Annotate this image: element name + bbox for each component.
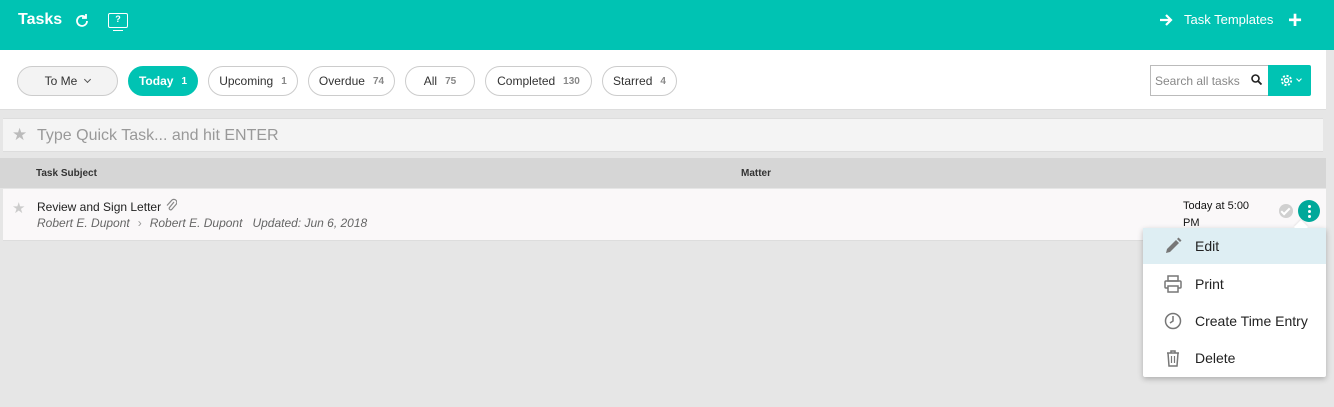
due-date: Today at 5:00 PM [1183,200,1250,229]
tab-count: 4 [660,75,666,87]
menu-item-label: Print [1195,276,1224,292]
task-meta: Robert E. Dupont › Robert E. Dupont Upda… [37,216,367,230]
tab-starred[interactable]: Starred 4 [602,66,677,96]
menu-item-label: Delete [1195,350,1236,366]
menu-item-edit[interactable]: Edit [1143,228,1326,264]
search-input[interactable]: Search all tasks [1150,65,1269,96]
filter-bar: To Me Today 1 Upcoming 1 Overdue 74 All … [0,50,1326,110]
add-task-button[interactable]: + [1288,9,1302,33]
table-header: Task Subject Matter [0,158,1326,188]
task-actions-menu: Edit Print Create Time Entry Delete [1143,228,1326,377]
tab-count: 74 [372,75,385,87]
assignee-filter-dropdown[interactable]: To Me [17,66,118,96]
task-templates-label: Task Templates [1184,12,1274,27]
more-actions-button[interactable] [1298,200,1320,222]
help-icon[interactable]: ? [108,13,128,31]
tab-count: 1 [281,75,287,87]
menu-item-create-time-entry[interactable]: Create Time Entry [1143,303,1326,339]
tab-all[interactable]: All 75 [405,66,475,96]
menu-item-label: Edit [1195,238,1220,254]
tab-label: Overdue [318,74,365,88]
tab-count: 130 [563,75,580,87]
tab-today[interactable]: Today 1 [128,66,198,96]
settings-dropdown-button[interactable] [1268,65,1311,96]
top-header: Tasks ? Task Templates + [0,0,1334,50]
arrow-right-icon [1160,13,1173,26]
tab-label: Upcoming [219,74,274,88]
quick-task-placeholder: Type Quick Task... and hit ENTER [37,127,279,144]
clock-icon [1164,312,1182,330]
paperclip-icon [166,198,177,211]
page-title: Tasks [18,11,63,28]
assigned-to: Robert E. Dupont [149,216,243,230]
chevron-down-icon [1295,76,1302,82]
search-icon [1251,74,1262,85]
complete-check-icon[interactable] [1279,204,1293,218]
chevron-right-icon: › [137,216,142,230]
search-placeholder: Search all tasks [1155,74,1240,88]
tab-label: Starred [613,74,653,88]
trash-icon [1167,350,1179,367]
tab-overdue[interactable]: Overdue 74 [308,66,395,96]
tab-label: Completed [497,74,556,88]
star-icon[interactable]: ★ [12,125,27,145]
assigned-by: Robert E. Dupont [37,216,130,230]
menu-item-print[interactable]: Print [1143,266,1326,302]
tab-completed[interactable]: Completed 130 [485,66,592,96]
tab-upcoming[interactable]: Upcoming 1 [208,66,298,96]
menu-item-delete[interactable]: Delete [1143,340,1326,376]
quick-task-input[interactable]: ★ Type Quick Task... and hit ENTER [3,118,1323,152]
menu-item-label: Create Time Entry [1195,313,1308,329]
task-subject[interactable]: Review and Sign Letter [37,200,161,214]
tab-label: All [423,74,438,88]
refresh-icon[interactable] [73,12,91,30]
updated-date: Updated: Jun 6, 2018 [252,216,368,230]
pencil-icon [1166,237,1182,253]
column-header-matter[interactable]: Matter [741,168,771,179]
tab-count: 1 [181,75,187,87]
printer-icon [1164,275,1182,293]
assignee-filter-label: To Me [44,74,78,88]
gear-icon [1280,74,1292,87]
chevron-down-icon [84,75,92,84]
column-header-task-subject[interactable]: Task Subject [36,168,97,179]
tab-count: 75 [445,75,457,87]
table-row[interactable]: ★ Review and Sign Letter Robert E. Dupon… [3,189,1326,241]
tab-label: Today [138,74,174,88]
task-templates-link[interactable]: Task Templates [1160,12,1273,27]
star-icon[interactable]: ★ [12,199,25,217]
